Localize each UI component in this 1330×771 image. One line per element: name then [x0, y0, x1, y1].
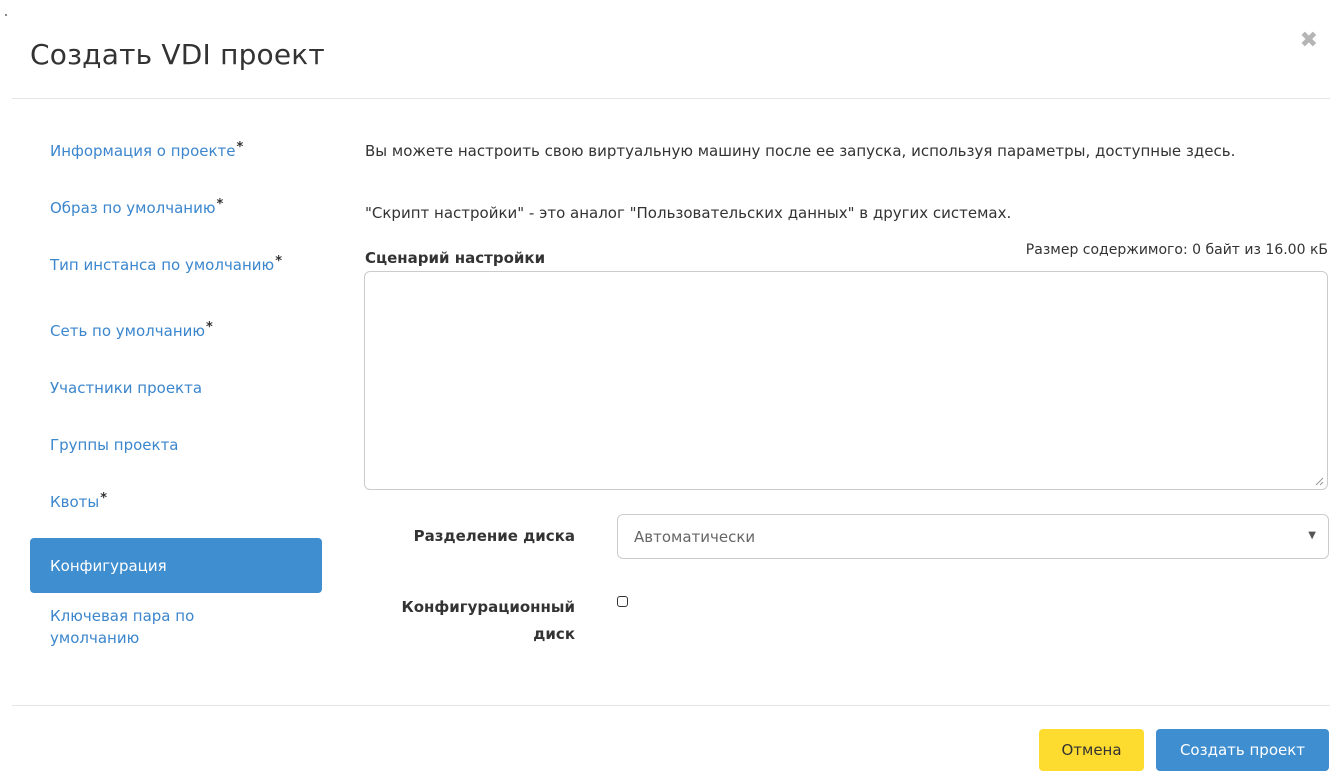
required-marker: * — [236, 140, 244, 155]
nav-item-label: Ключевая пара по умолчанию — [50, 607, 195, 647]
header-divider — [12, 98, 1330, 99]
content-size-indicator: Размер содержимого: 0 байт из 16.00 кБ — [1025, 242, 1328, 258]
nav-item-label: Конфигурация — [50, 557, 167, 575]
nav-item-label: Тип инстанса по умолчанию — [50, 256, 275, 274]
cancel-button[interactable]: Отмена — [1039, 729, 1144, 771]
nav-item-project-info[interactable]: Информация о проекте* — [30, 130, 322, 185]
nav-item-quotas[interactable]: Квоты* — [30, 481, 322, 536]
modal-title: Создать VDI проект — [30, 38, 325, 71]
nav-item-project-groups[interactable]: Группы проекта — [30, 424, 322, 479]
nav-item-default-keypair[interactable]: Ключевая пара по умолчанию — [30, 595, 322, 659]
nav-item-label: Сеть по умолчанию — [50, 322, 205, 340]
wizard-nav: Информация о проекте* Образ по умолчанию… — [30, 130, 322, 661]
script-textarea[interactable] — [364, 271, 1328, 490]
disk-partition-label: Разделение диска — [413, 527, 575, 545]
nav-item-default-network[interactable]: Сеть по умолчанию* — [30, 310, 322, 365]
help-text-user-data: "Скрипт настройки" - это аналог "Пользов… — [365, 204, 1012, 222]
required-marker: * — [100, 491, 108, 506]
required-marker: * — [275, 254, 282, 269]
create-project-button[interactable]: Создать проект — [1156, 729, 1329, 771]
config-drive-checkbox[interactable] — [617, 596, 628, 607]
nav-item-label: Информация о проекте — [50, 142, 236, 160]
dropdown-arrow-icon: ▼ — [1308, 530, 1316, 541]
nav-item-label: Участники проекта — [50, 379, 203, 397]
nav-item-configuration[interactable]: Конфигурация — [30, 538, 322, 593]
help-text-customize: Вы можете настроить свою виртуальную маш… — [365, 142, 1236, 160]
nav-item-default-image[interactable]: Образ по умолчанию* — [30, 187, 322, 242]
corner-dot — [5, 14, 7, 16]
script-label: Сценарий настройки — [365, 249, 546, 267]
nav-item-label: Образ по умолчанию — [50, 199, 216, 217]
disk-partition-value: Автоматически — [634, 528, 756, 546]
close-icon[interactable]: ✖ — [1300, 28, 1318, 53]
footer-divider — [12, 705, 1330, 706]
disk-partition-select[interactable]: Автоматически ▼ — [617, 514, 1329, 559]
resize-grip-icon[interactable] — [1315, 477, 1324, 486]
config-drive-label: Конфигурационный диск — [401, 598, 575, 643]
nav-item-project-members[interactable]: Участники проекта — [30, 367, 322, 422]
required-marker: * — [216, 197, 224, 212]
nav-item-default-flavor[interactable]: Тип инстанса по умолчанию* — [30, 244, 322, 308]
nav-item-label: Квоты — [50, 493, 100, 511]
required-marker: * — [206, 320, 213, 335]
nav-item-label: Группы проекта — [50, 436, 179, 454]
